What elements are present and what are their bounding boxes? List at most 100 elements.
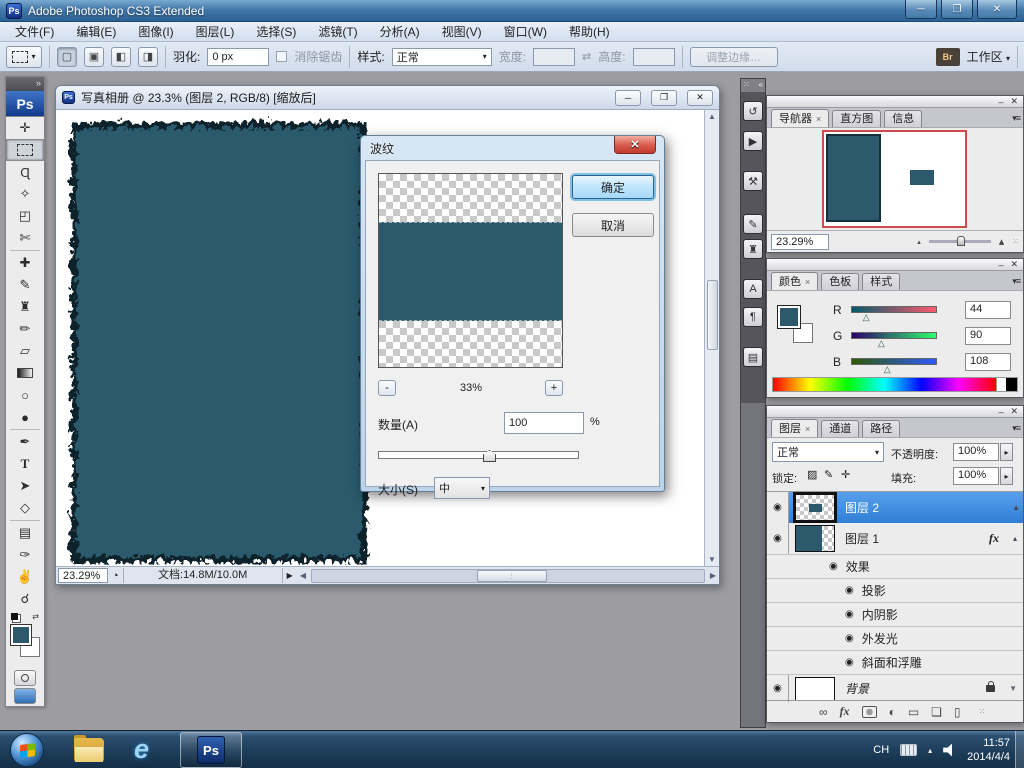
red-slider[interactable]: △ — [851, 306, 937, 322]
swap-dimensions-icon[interactable]: ⇄ — [582, 50, 591, 63]
delete-layer-button[interactable]: ▯ — [954, 705, 961, 719]
panel-menu-icon[interactable]: ▾≡ — [1012, 276, 1021, 287]
effect-row-drop-shadow[interactable]: ◉ 投影 — [767, 579, 1023, 602]
menu-select[interactable]: 选择(S) — [245, 22, 307, 42]
quick-mask-button[interactable] — [14, 670, 36, 686]
zoom-field[interactable]: 23.29% — [58, 568, 108, 583]
doc-restore-button[interactable]: ❐ — [651, 89, 677, 106]
amount-slider-thumb[interactable] — [483, 450, 496, 462]
red-slider-thumb[interactable]: △ — [863, 312, 870, 323]
slice-tool[interactable]: ✄ — [6, 227, 44, 249]
tab-paths[interactable]: 路径 — [862, 420, 901, 437]
tab-layers[interactable]: 图层 × — [771, 419, 819, 437]
zoom-out-icon[interactable]: ▴ — [917, 238, 921, 246]
default-colors-icon[interactable] — [11, 612, 18, 620]
effect-row-outer-glow[interactable]: ◉ 外发光 — [767, 627, 1023, 650]
actions-panel-button[interactable]: ▶ — [743, 131, 763, 151]
scroll-down-icon[interactable]: ▼ — [705, 555, 719, 564]
menu-help[interactable]: 帮助(H) — [558, 22, 621, 42]
panel-close-icon[interactable]: ✕ — [1010, 259, 1018, 270]
feather-input[interactable]: 0 px — [207, 47, 270, 66]
tab-info[interactable]: 信息 — [884, 110, 923, 127]
effects-header-row[interactable]: ◉ 效果 — [767, 555, 1023, 578]
layers-scroll-down-icon[interactable]: ▼ — [1009, 684, 1017, 693]
zoom-tool[interactable]: ☌ — [6, 588, 44, 610]
refine-edge-button[interactable]: 调整边缘… — [689, 46, 778, 67]
hscroll-left-icon[interactable]: ◀ — [297, 571, 309, 580]
selection-subtract-button[interactable]: ◧ — [111, 46, 131, 67]
background-thumbnail[interactable] — [795, 676, 835, 701]
effect-row-inner-shadow[interactable]: ◉ 内阴影 — [767, 603, 1023, 626]
vertical-scrollbar[interactable]: ▲ ▼ — [704, 110, 719, 566]
foreground-color-swatch[interactable] — [777, 305, 801, 329]
lasso-tool[interactable]: Ɋ — [6, 161, 44, 183]
fill-spinner[interactable]: ▸ — [1000, 467, 1013, 485]
history-brush-tool[interactable]: ✏ — [6, 318, 44, 340]
explorer-taskbar-button[interactable] — [74, 735, 104, 762]
amount-input[interactable]: 100 — [504, 412, 584, 434]
menu-image[interactable]: 图像(I) — [127, 22, 184, 42]
panel-menu-icon[interactable]: ▾≡ — [1012, 423, 1021, 434]
show-desktop-button[interactable] — [1015, 731, 1024, 768]
doc-minimize-button[interactable]: ─ — [615, 89, 641, 106]
eraser-tool[interactable]: ▱ — [6, 340, 44, 362]
green-value-input[interactable]: 90 — [965, 327, 1011, 345]
go-to-bridge-button[interactable]: Br — [935, 47, 960, 66]
visibility-eye-icon[interactable]: ◉ — [773, 683, 782, 694]
tab-navigator[interactable]: 导航器 × — [771, 109, 830, 127]
show-hidden-icons-button[interactable]: ▴ — [928, 746, 932, 755]
crop-tool[interactable]: ◰ — [6, 205, 44, 227]
restore-button[interactable]: ❐ — [941, 0, 973, 19]
selection-add-button[interactable]: ▣ — [84, 46, 104, 67]
layer-comps-panel-button[interactable]: ▤ — [743, 347, 763, 367]
layer-row-layer1[interactable]: ◉ 图层 1 fx ▴ — [767, 523, 1023, 554]
tool-presets-panel-button[interactable]: ⚒ — [743, 171, 763, 191]
type-tool[interactable]: T — [6, 453, 44, 475]
zoom-in-icon[interactable]: ▴ — [999, 235, 1005, 248]
preview-zoom-out-button[interactable]: - — [378, 380, 396, 396]
visibility-eye-icon[interactable]: ◉ — [773, 533, 782, 544]
menu-layer[interactable]: 图层(L) — [185, 22, 246, 42]
visibility-cell[interactable]: ◉ — [767, 523, 789, 554]
black-swatch[interactable] — [1006, 378, 1017, 391]
healing-brush-tool[interactable]: ✚ — [6, 252, 44, 274]
menu-analysis[interactable]: 分析(A) — [369, 22, 431, 42]
lock-position-icon[interactable]: ✛ — [841, 468, 850, 481]
layer1-name[interactable]: 图层 1 — [845, 530, 879, 547]
opacity-value[interactable]: 100% — [953, 443, 999, 461]
swap-colors-icon[interactable]: ⇄ — [32, 612, 39, 621]
character-panel-button[interactable]: A — [743, 279, 763, 299]
green-slider[interactable]: △ — [851, 332, 937, 348]
lock-transparency-icon[interactable]: ▨ — [807, 468, 817, 481]
new-layer-button[interactable]: ❏ — [931, 705, 942, 719]
resize-grip-icon[interactable]: ⁙ — [1012, 237, 1019, 246]
antialias-checkbox[interactable] — [276, 51, 288, 62]
visibility-cell[interactable]: ◉ — [767, 675, 789, 702]
notes-tool[interactable]: ▤ — [6, 522, 44, 544]
blue-slider-thumb[interactable]: △ — [884, 364, 891, 375]
blur-tool[interactable]: ○ — [6, 384, 44, 406]
navigator-zoom-slider[interactable] — [928, 236, 991, 246]
navigator-proxy-view[interactable] — [822, 130, 967, 228]
input-language-indicator[interactable]: CH — [873, 744, 889, 756]
add-adjustment-layer-button[interactable]: ◐ — [889, 705, 896, 719]
layer-row-layer2[interactable]: ◉ 图层 2 ▲ — [767, 492, 1023, 523]
screen-mode-button[interactable] — [14, 688, 36, 704]
preview-zoom-in-button[interactable]: + — [545, 380, 563, 396]
layer2-thumbnail[interactable] — [795, 494, 835, 521]
style-select[interactable]: 正常 ▾ — [391, 47, 492, 66]
visibility-cell[interactable]: ◉ — [767, 492, 789, 523]
rectangular-marquee-tool[interactable] — [6, 139, 44, 161]
panel-minimize-icon[interactable]: – — [998, 260, 1003, 270]
tab-close-icon[interactable]: × — [816, 111, 821, 127]
link-layers-button[interactable]: ∞ — [819, 705, 828, 719]
toolbox-collapse-header[interactable]: » — [6, 77, 44, 91]
minimize-button[interactable]: ─ — [905, 0, 937, 19]
layers-scroll-up-icon[interactable]: ▲ — [1012, 503, 1020, 512]
visibility-eye-icon[interactable]: ◉ — [845, 633, 854, 644]
brushes-panel-button[interactable]: ✎ — [743, 214, 763, 234]
size-select[interactable]: 中 ▾ — [434, 477, 490, 499]
color-spectrum-ramp[interactable] — [772, 377, 1018, 392]
fx-badge[interactable]: fx — [989, 531, 999, 546]
menu-window[interactable]: 窗口(W) — [493, 22, 558, 42]
